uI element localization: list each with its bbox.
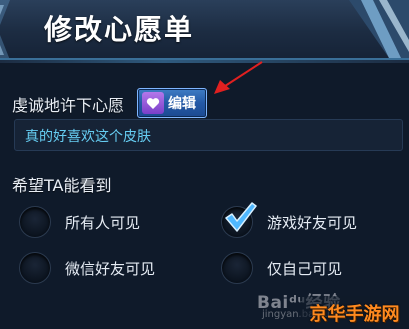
wish-text-field[interactable]: 真的好喜欢这个皮肤: [14, 119, 403, 151]
option-game-friends[interactable]: 游戏好友可见: [221, 202, 358, 238]
radio-wechat-friends[interactable]: [19, 252, 51, 284]
radio-only-self[interactable]: [221, 252, 253, 284]
option-label: 所有人可见: [65, 213, 141, 232]
page-title: 修改心愿单: [44, 13, 195, 46]
radio-everyone[interactable]: [19, 206, 51, 238]
annotation-arrow-icon: [214, 61, 263, 94]
site-watermark: 京华手游网: [300, 296, 409, 329]
option-everyone[interactable]: 所有人可见: [19, 206, 140, 238]
checkmark-icon: [225, 202, 257, 232]
heart-icon: [142, 92, 164, 114]
edit-button-label: 编辑: [168, 96, 196, 112]
header-bar: 修改心愿单: [0, 0, 409, 60]
option-only-self[interactable]: 仅自己可见: [221, 252, 342, 284]
visibility-label: 希望TA能看到: [12, 176, 112, 195]
option-label: 游戏好友可见: [267, 213, 358, 232]
header-ornament-right: [349, 0, 409, 58]
wish-label: 虔诚地许下心愿: [12, 96, 125, 115]
radio-game-friends[interactable]: [221, 202, 257, 238]
edit-button[interactable]: 编辑: [137, 88, 207, 118]
header-ornament-left: [0, 0, 10, 58]
option-label: 微信好友可见: [65, 259, 156, 278]
header-divider: [0, 60, 409, 63]
option-wechat-friends[interactable]: 微信好友可见: [19, 252, 155, 284]
option-label: 仅自己可见: [267, 259, 343, 278]
